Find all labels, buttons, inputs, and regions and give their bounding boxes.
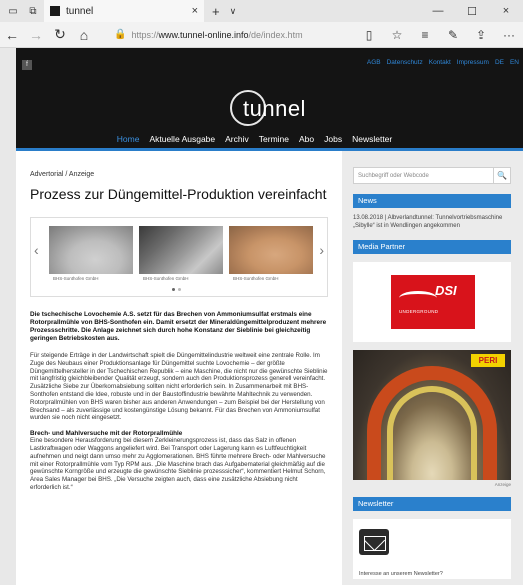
newsletter-text: Interesse an unserem Newsletter? bbox=[359, 571, 443, 577]
sidebar: Suchbegriff oder Webcode 🔍 News 13.08.20… bbox=[342, 151, 523, 585]
article-subheading: Brech- und Mahlversuche mit der Rotorpra… bbox=[30, 430, 183, 438]
home-button[interactable]: ⌂ bbox=[72, 27, 96, 43]
dsi-underground-logo[interactable]: DSI UNDERGROUND bbox=[391, 275, 475, 329]
nav-archiv[interactable]: Archiv bbox=[225, 130, 249, 148]
article-title: Prozess zur Düngemittel-Produktion verei… bbox=[30, 186, 327, 202]
link-impressum[interactable]: Impressum bbox=[457, 59, 489, 66]
browser-tab-bar: ▭ ⧉ tunnel × + ∨ — ☐ × bbox=[0, 0, 523, 22]
browser-tools: ▯ ☆ ≡ ✎ ⇪ ··· bbox=[355, 28, 523, 42]
gallery-dot[interactable] bbox=[172, 288, 175, 291]
gallery-caption: BHS-Sonthofen GmbH bbox=[233, 276, 279, 281]
article: Advertorial / Anzeige Prozess zur Düngem… bbox=[16, 151, 342, 585]
article-lead: Die tschechische Lovochemie A.S. setzt f… bbox=[30, 311, 327, 342]
nav-newsletter[interactable]: Newsletter bbox=[352, 130, 392, 148]
peri-logo: PERI bbox=[471, 354, 505, 367]
gallery-image-machine[interactable] bbox=[139, 226, 223, 274]
search-box: Suchbegriff oder Webcode 🔍 bbox=[353, 167, 511, 184]
tunnel-inner-arch bbox=[387, 386, 477, 480]
search-button[interactable]: 🔍 bbox=[493, 168, 510, 183]
gallery-next-button[interactable]: › bbox=[319, 242, 324, 258]
gallery-caption: BHS-Sonthofen GmbH bbox=[53, 276, 99, 281]
nav-jobs[interactable]: Jobs bbox=[324, 130, 342, 148]
media-partner-heading: Media Partner bbox=[353, 240, 511, 254]
gallery-image-granules[interactable] bbox=[229, 226, 313, 274]
address-bar[interactable]: 🔒 https://www.tunnel-online.info/de/inde… bbox=[114, 26, 352, 44]
link-kontakt[interactable]: Kontakt bbox=[429, 59, 451, 66]
browser-tab[interactable]: tunnel × bbox=[44, 0, 204, 22]
tab-list-button[interactable]: ∨ bbox=[230, 6, 237, 17]
gallery-caption: BHS-Sonthofen GmbH bbox=[143, 276, 189, 281]
gallery-dot[interactable] bbox=[178, 288, 181, 291]
search-input[interactable]: Suchbegriff oder Webcode bbox=[358, 173, 429, 179]
facebook-icon[interactable]: f bbox=[22, 60, 32, 70]
article-kicker: Advertorial / Anzeige bbox=[30, 171, 95, 178]
dsi-logo-text: DSI bbox=[435, 283, 457, 298]
close-window-button[interactable]: × bbox=[489, 5, 523, 18]
tab-preview-icon[interactable]: ▭ bbox=[6, 4, 20, 18]
media-partner-box: DSI UNDERGROUND bbox=[353, 262, 511, 342]
forward-button[interactable]: → bbox=[24, 27, 48, 43]
set-aside-tabs-icon[interactable]: ⧉ bbox=[26, 4, 40, 18]
dsi-swoosh bbox=[399, 291, 437, 305]
reading-view-button[interactable]: ▯ bbox=[355, 28, 383, 42]
lock-icon: 🔒 bbox=[114, 29, 127, 40]
dsi-logo-subtext: UNDERGROUND bbox=[399, 309, 439, 314]
tab-title: tunnel bbox=[66, 5, 94, 17]
lang-en-link[interactable]: EN bbox=[510, 59, 519, 66]
web-notes-button[interactable]: ✎ bbox=[439, 28, 467, 42]
link-agb[interactable]: AGB bbox=[367, 59, 381, 66]
minimize-button[interactable]: — bbox=[421, 5, 455, 18]
link-datenschutz[interactable]: Datenschutz bbox=[387, 59, 423, 66]
back-button[interactable]: ← bbox=[0, 27, 24, 43]
gallery-prev-button[interactable]: ‹ bbox=[34, 242, 39, 258]
top-links: AGB Datenschutz Kontakt Impressum DE EN bbox=[367, 59, 519, 66]
browser-toolbar: ← → ↻ ⌂ 🔒 https://www.tunnel-online.info… bbox=[0, 22, 523, 48]
logo-text: tunnel bbox=[243, 96, 306, 121]
nav-home[interactable]: Home bbox=[117, 130, 140, 148]
peri-advertisement[interactable]: PERI bbox=[353, 350, 511, 480]
lang-de-link[interactable]: DE bbox=[495, 59, 504, 66]
gallery-image-salt-pile[interactable] bbox=[49, 226, 133, 274]
main-nav: Home Aktuelle Ausgabe Archiv Termine Abo… bbox=[16, 130, 523, 148]
window-controls: — ☐ × bbox=[421, 5, 523, 18]
envelope-icon[interactable] bbox=[359, 529, 389, 555]
nav-aktuelle-ausgabe[interactable]: Aktuelle Ausgabe bbox=[149, 130, 215, 148]
ad-label: Anzeige bbox=[494, 482, 511, 487]
hub-button[interactable]: ≡ bbox=[411, 28, 439, 42]
share-button[interactable]: ⇪ bbox=[467, 28, 495, 42]
url-path: /de/index.htm bbox=[248, 29, 303, 40]
tab-close-button[interactable]: × bbox=[192, 5, 198, 17]
more-button[interactable]: ··· bbox=[495, 28, 523, 42]
nav-abo[interactable]: Abo bbox=[299, 130, 314, 148]
gallery-photos bbox=[49, 226, 313, 274]
site-favicon-icon bbox=[50, 6, 60, 16]
news-heading: News bbox=[353, 194, 511, 208]
refresh-button[interactable]: ↻ bbox=[48, 26, 72, 43]
site-logo[interactable]: tunnel bbox=[230, 90, 305, 126]
newsletter-heading: Newsletter bbox=[353, 497, 511, 511]
gallery-pager bbox=[172, 288, 181, 291]
article-body-2: Eine besondere Herausforderung bei diese… bbox=[30, 437, 326, 491]
favorite-star-button[interactable]: ☆ bbox=[383, 28, 411, 42]
nav-termine[interactable]: Termine bbox=[259, 130, 289, 148]
news-item[interactable]: 13.08.2018 | Albverlandtunnel: Tunnelvor… bbox=[353, 215, 511, 230]
image-gallery: ‹ BHS-Sonthofen GmbH BHS-Sonthofen GmbH … bbox=[30, 217, 328, 297]
new-tab-button[interactable]: + bbox=[212, 4, 220, 19]
newsletter-box: Interesse an unserem Newsletter? bbox=[353, 519, 511, 579]
url-domain: www.tunnel-online.info bbox=[158, 29, 249, 40]
maximize-button[interactable]: ☐ bbox=[455, 5, 489, 18]
article-body: Für steigende Erträge in der Landwirtsch… bbox=[30, 352, 328, 422]
url-prefix: https:// bbox=[131, 29, 159, 40]
gallery-captions: BHS-Sonthofen GmbH BHS-Sonthofen GmbH BH… bbox=[53, 276, 317, 281]
